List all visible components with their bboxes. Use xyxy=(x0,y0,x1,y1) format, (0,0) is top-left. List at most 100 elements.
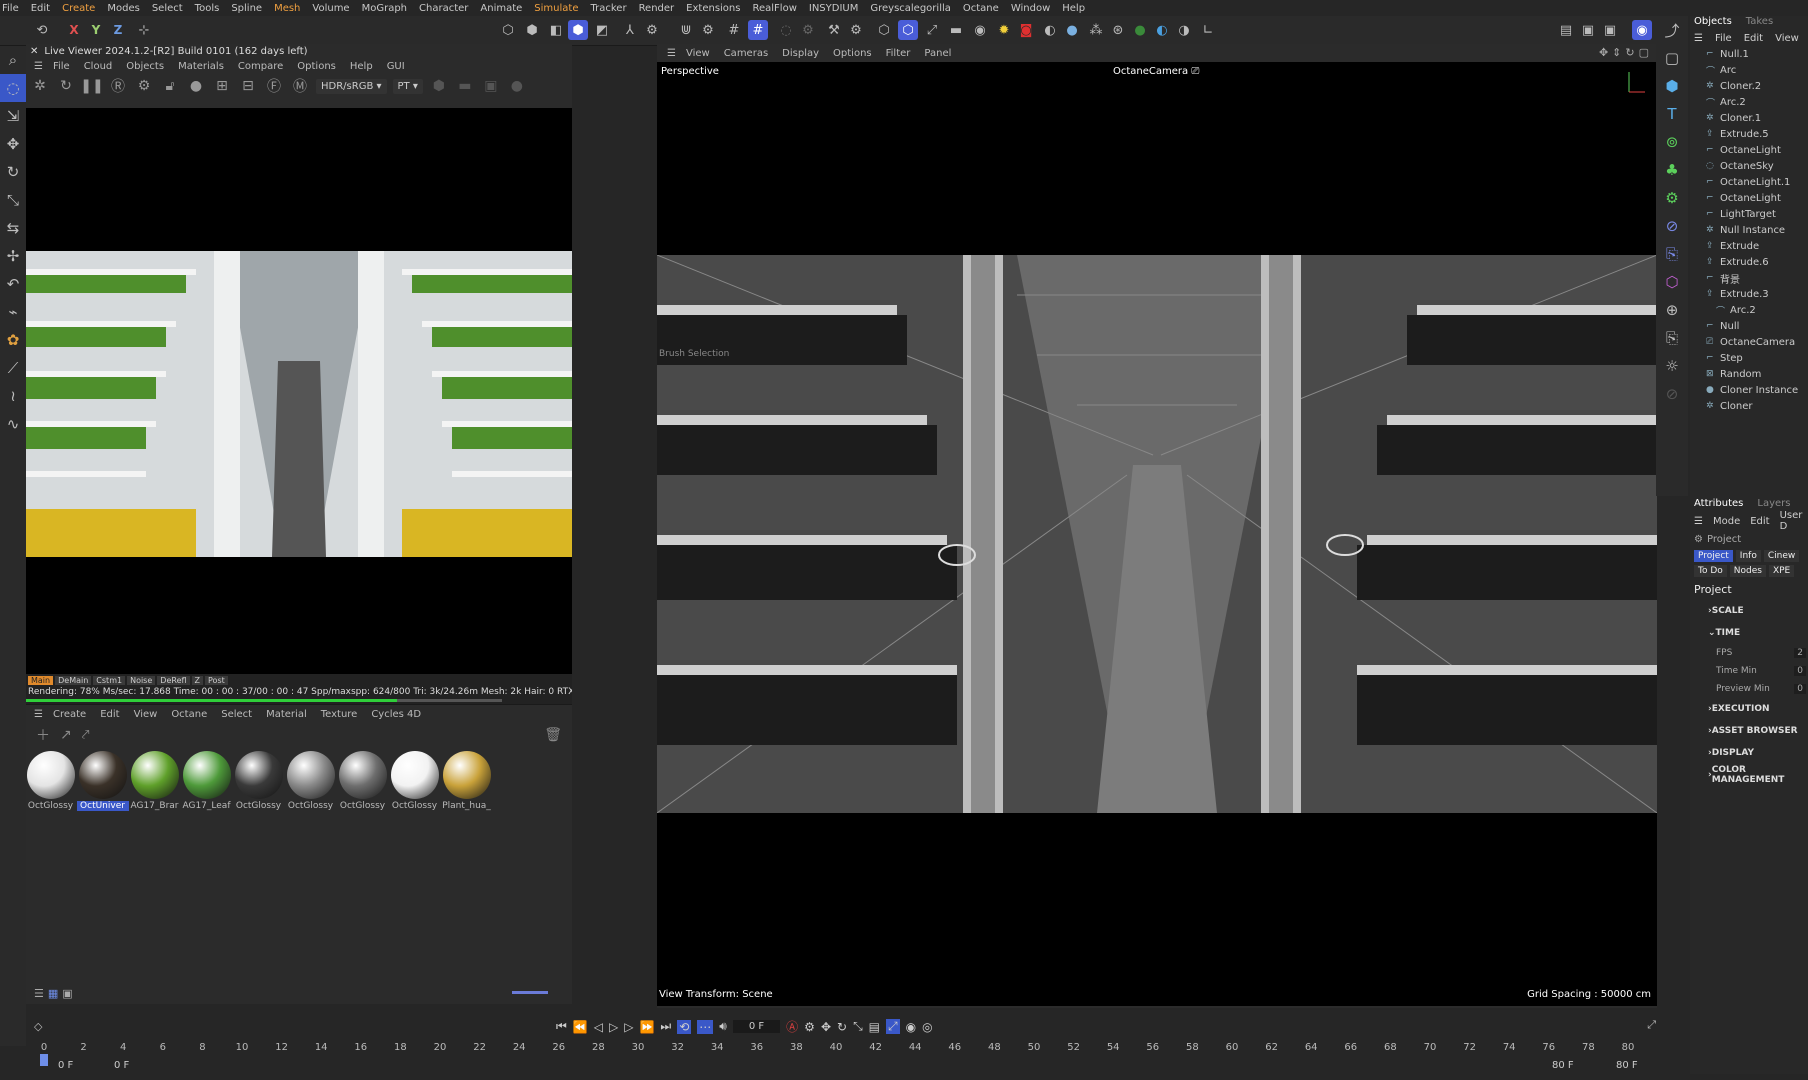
menu-view[interactable]: View xyxy=(1775,33,1799,44)
edges-mode-icon[interactable]: ⬢ xyxy=(522,20,542,40)
menu-volume[interactable]: Volume xyxy=(312,3,349,14)
viewport-canvas[interactable]: Perspective OctaneCamera ⎚ Brush Selecti… xyxy=(657,62,1657,1006)
lv-menu-objects[interactable]: Objects xyxy=(126,61,164,72)
attr-button-cinew[interactable]: Cinew xyxy=(1763,550,1800,562)
key-pla-icon[interactable]: ⤢ xyxy=(886,1019,900,1034)
knife-icon[interactable]: ⌁ xyxy=(0,298,26,326)
settings-icon[interactable]: ⚙ xyxy=(642,20,662,40)
go-start-icon[interactable]: ⏮ xyxy=(556,1019,567,1034)
attr-field-value[interactable]: 2 xyxy=(1794,648,1806,658)
key-param-icon[interactable]: ▤ xyxy=(869,1020,880,1034)
vp-menu-filter[interactable]: Filter xyxy=(886,48,911,59)
object-row[interactable]: ✲ Cloner xyxy=(1690,398,1808,414)
octane-scatter-icon[interactable]: ● xyxy=(1130,20,1150,40)
floor-icon[interactable]: ∟ xyxy=(1198,20,1218,40)
x-axis-lock[interactable]: X xyxy=(64,20,84,40)
attr-section[interactable]: › SCALE xyxy=(1690,600,1808,622)
thumbnail-size-slider[interactable] xyxy=(512,991,548,994)
search-icon[interactable]: ⌕ xyxy=(0,46,26,74)
material-picker-icon[interactable]: Ⓜ xyxy=(290,76,310,96)
render-pass-demain[interactable]: DeMain xyxy=(55,676,92,685)
object-row[interactable]: ⌐ Null xyxy=(1690,318,1808,334)
menu-octane[interactable]: Octane xyxy=(963,3,999,14)
live-selection-icon[interactable]: ◌ xyxy=(0,74,26,102)
undo-icon[interactable]: ⟲ xyxy=(32,20,52,40)
region-icon[interactable]: Ⓡ xyxy=(108,76,128,96)
add-material-icon[interactable]: ＋ xyxy=(36,725,50,745)
spline-pen-icon[interactable]: ⤢ xyxy=(922,20,942,40)
mat-menu-view[interactable]: View xyxy=(134,709,158,720)
attr-field-value[interactable]: 0 xyxy=(1794,666,1806,676)
vp-menu-display[interactable]: Display xyxy=(782,48,819,59)
octane-object-icon[interactable]: ⊛ xyxy=(1108,20,1128,40)
material-item[interactable]: AG17_Leaf xyxy=(182,751,231,811)
lv-menu-cloud[interactable]: Cloud xyxy=(84,61,113,72)
settings-gear-icon[interactable]: ⚙ xyxy=(134,76,154,96)
generator-icon[interactable]: ⊚ xyxy=(1656,128,1688,156)
object-row[interactable]: ⌐ OctaneLight xyxy=(1690,190,1808,206)
object-row[interactable]: ⇪ Extrude.3 xyxy=(1690,286,1808,302)
playhead[interactable] xyxy=(40,1054,48,1066)
mat-menu-cycles-4d[interactable]: Cycles 4D xyxy=(371,709,421,720)
workplane-icon[interactable]: # xyxy=(748,20,768,40)
mat-menu-material[interactable]: Material xyxy=(266,709,307,720)
menu-render[interactable]: Render xyxy=(639,3,675,14)
sphere-icon[interactable]: ◉ xyxy=(970,20,990,40)
menu-mograph[interactable]: MoGraph xyxy=(362,3,407,14)
menu-spline[interactable]: Spline xyxy=(231,3,262,14)
menu-mesh[interactable]: Mesh xyxy=(274,3,300,14)
transfer-icon[interactable]: ⇆ xyxy=(0,214,26,242)
preview-range-icon[interactable]: ⋯ xyxy=(697,1019,714,1034)
paint-icon[interactable]: ✿ xyxy=(0,326,26,354)
live-viewer-canvas[interactable] xyxy=(26,108,572,674)
menu-extensions[interactable]: Extensions xyxy=(686,3,740,14)
key-scale-icon[interactable]: ⤡ xyxy=(853,1019,863,1034)
zoom-icon[interactable]: ⇕ xyxy=(1612,46,1621,59)
object-row[interactable]: ⌐ OctaneLight xyxy=(1690,142,1808,158)
object-row[interactable]: ⌐ Step xyxy=(1690,350,1808,366)
object-row[interactable]: ✲ Cloner.2 xyxy=(1690,78,1808,94)
attr-section[interactable]: › COLOR MANAGEMENT xyxy=(1690,764,1808,786)
menu-help[interactable]: Help xyxy=(1062,3,1085,14)
attr-section[interactable]: › DISPLAY xyxy=(1690,742,1808,764)
lv-menu-gui[interactable]: GUI xyxy=(387,61,405,72)
mat-menu-edit[interactable]: Edit xyxy=(100,709,119,720)
object-row[interactable]: ⌒ Arc.2 xyxy=(1690,302,1808,318)
brush-icon[interactable]: ⟋ xyxy=(0,354,26,382)
hamburger-icon[interactable]: ☰ xyxy=(667,48,676,59)
lv-menu-file[interactable]: File xyxy=(53,61,70,72)
motion-settings-icon[interactable]: ◎ xyxy=(922,1020,932,1034)
save-icon[interactable]: ● xyxy=(507,76,527,96)
send-scene-icon[interactable]: ✲ xyxy=(30,76,50,96)
current-frame-field[interactable]: 0 F xyxy=(732,1020,781,1033)
hamburger-icon[interactable]: ☰ xyxy=(34,61,43,72)
focus-icon[interactable]: Ⓕ xyxy=(264,76,284,96)
add-icon[interactable]: ⊞ xyxy=(212,76,232,96)
material-item[interactable]: OctGlossy xyxy=(26,751,75,811)
octane-material-icon[interactable]: ◐ xyxy=(1040,20,1060,40)
menu-window[interactable]: Window xyxy=(1011,3,1050,14)
render-pv-icon[interactable]: ▣ xyxy=(1600,20,1620,40)
object-row[interactable]: ⌒ Arc xyxy=(1690,62,1808,78)
prev-key-icon[interactable]: ⏪ xyxy=(573,1020,588,1034)
spline-icon[interactable]: ≀ xyxy=(0,382,26,410)
keyframe-icon[interactable]: ◇ xyxy=(34,1020,42,1033)
disabled-icon[interactable]: ⊘ xyxy=(1656,380,1688,408)
snap-settings-icon[interactable]: ⚙ xyxy=(698,20,718,40)
lv-menu-compare[interactable]: Compare xyxy=(238,61,283,72)
symmetry-settings-icon[interactable]: ⚙ xyxy=(846,20,866,40)
snap-icon[interactable]: ⋓ xyxy=(676,20,696,40)
menu-edit[interactable]: Edit xyxy=(31,3,50,14)
next-frame-icon[interactable]: ▷ xyxy=(624,1020,633,1034)
menu-select[interactable]: Select xyxy=(152,3,183,14)
menu-tools[interactable]: Tools xyxy=(195,3,220,14)
clapboard-icon[interactable]: ▤ xyxy=(1556,20,1576,40)
select-icon[interactable]: ⇲ xyxy=(0,102,26,130)
timeline-end-preview[interactable]: 80 F xyxy=(1552,1060,1574,1071)
tab-objects[interactable]: Objects xyxy=(1694,16,1732,30)
vp-menu-cameras[interactable]: Cameras xyxy=(724,48,768,59)
effector-icon[interactable]: ⚙ xyxy=(1656,184,1688,212)
render-pass-main[interactable]: Main xyxy=(28,676,54,685)
material-item[interactable]: OctGlossy xyxy=(286,751,335,811)
volume-icon[interactable]: ⬡ xyxy=(1656,268,1688,296)
